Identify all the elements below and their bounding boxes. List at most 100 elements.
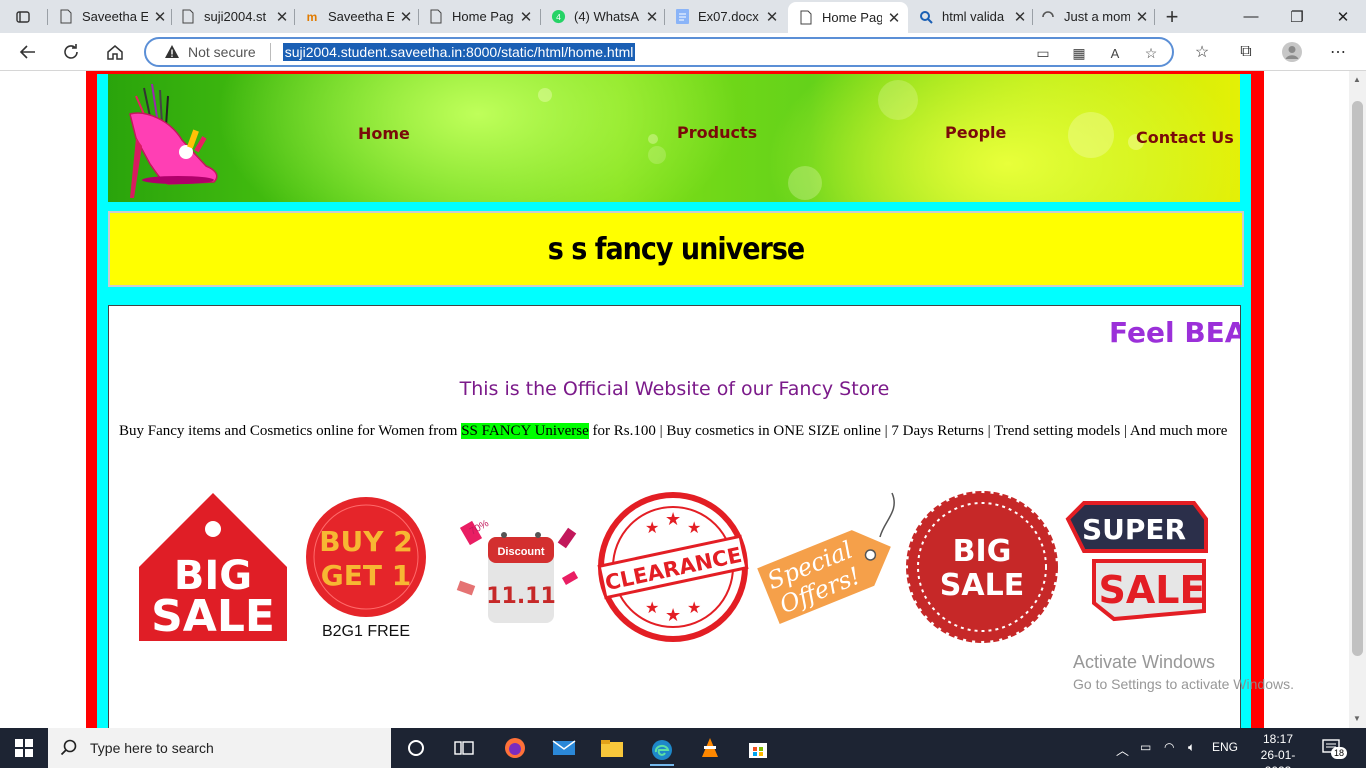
close-tab-icon[interactable]: ✕ [764, 8, 780, 26]
nav-products-link[interactable]: Products [677, 123, 757, 142]
browser-tab[interactable]: html valida ✕ [918, 4, 1028, 29]
special-offers-tag-image: Special Offers! [757, 492, 895, 624]
official-heading: This is the Official Website of our Fanc… [459, 378, 890, 400]
url-text[interactable]: suji2004.student.saveetha.in:8000/static… [282, 43, 636, 61]
svg-text:★: ★ [665, 509, 681, 529]
cortana-icon[interactable] [404, 736, 428, 760]
close-window-icon[interactable]: ✕ [1320, 0, 1366, 33]
close-tab-icon[interactable]: ✕ [518, 8, 534, 26]
browser-tab[interactable]: Ex07.docx ✕ [674, 4, 780, 29]
nav-people-link[interactable]: People [945, 123, 1006, 142]
svg-text:GET 1: GET 1 [321, 559, 411, 592]
close-tab-icon[interactable]: ✕ [152, 8, 168, 26]
svg-text:★: ★ [687, 600, 701, 617]
add-favorite-icon[interactable]: ☆ [1142, 44, 1160, 62]
close-tab-icon[interactable]: ✕ [644, 8, 660, 26]
collections-icon[interactable]: ⧉ [1235, 41, 1257, 63]
svg-text:Discount: Discount [497, 546, 544, 558]
restore-icon[interactable]: ❐ [1274, 0, 1320, 33]
clock[interactable]: 18:17 26-01-2023 [1248, 731, 1308, 779]
nav-contact-link[interactable]: Contact Us [1136, 128, 1234, 147]
shoe-cosmetics-logo [129, 83, 218, 198]
qr-code-icon[interactable]: ▦ [1070, 44, 1088, 62]
big-sale-tag-image: BIG SALE [139, 493, 287, 642]
clearance-stamp-image: ★ ★ ★ ★ ★ ★ CLEARANCE [597, 492, 749, 642]
language-indicator[interactable]: ENG [1212, 740, 1238, 754]
page-icon [58, 9, 74, 25]
scroll-up-icon[interactable]: ▲ [1353, 75, 1361, 84]
taskbar-search-box[interactable]: Type here to search [48, 728, 391, 768]
svg-text:4: 4 [556, 12, 561, 22]
edge-browser-icon[interactable] [650, 736, 674, 766]
svg-text:★: ★ [665, 605, 681, 625]
page-scrollbar[interactable]: ▲ ▼ [1349, 71, 1366, 728]
nav-home-link[interactable]: Home [358, 124, 410, 143]
activate-windows-watermark: Activate Windows Go to Settings to activ… [1073, 652, 1294, 692]
volume-icon[interactable]: 🔈︎ [1188, 740, 1195, 755]
address-bar[interactable]: Not secure suji2004.student.saveetha.in:… [144, 37, 1174, 67]
page-viewport: Home Products People Contact Us s s fanc… [0, 71, 1349, 728]
buy2-get1-image: BUY 2 GET 1 B2G1 FREE [306, 497, 426, 640]
more-menu-icon[interactable]: ⋯ [1327, 41, 1349, 63]
firefox-icon[interactable] [503, 736, 527, 760]
refresh-icon[interactable] [56, 37, 86, 67]
home-icon[interactable] [100, 37, 130, 67]
svg-text:11.11: 11.11 [486, 584, 556, 609]
mail-icon[interactable] [552, 736, 576, 760]
tab-actions-icon[interactable] [8, 2, 38, 32]
wifi-icon[interactable]: ◠ [1164, 740, 1174, 754]
task-view-icon[interactable] [452, 736, 476, 760]
browser-tab[interactable]: suji2004.st ✕ [180, 4, 290, 29]
notifications-icon[interactable]: 18 [1322, 738, 1348, 760]
browser-tab-active[interactable]: Home Page ✕ [788, 2, 908, 33]
site-header: Home Products People Contact Us [108, 74, 1240, 202]
browser-tab[interactable]: 4 (4) WhatsA ✕ [550, 4, 660, 29]
title-banner: s s fancy universe [108, 211, 1244, 287]
svg-text:B2G1 FREE: B2G1 FREE [322, 623, 410, 640]
show-hidden-icons-icon[interactable]: ︿ [1116, 740, 1129, 759]
browser-tab[interactable]: Saveetha E ✕ [58, 4, 168, 29]
svg-text:★: ★ [645, 600, 659, 617]
back-icon[interactable] [13, 37, 43, 67]
browser-tab[interactable]: Home Page ✕ [428, 4, 534, 29]
close-tab-icon[interactable]: ✕ [398, 8, 414, 26]
vlc-icon[interactable] [698, 736, 722, 760]
minimize-icon[interactable]: — [1228, 0, 1274, 33]
svg-text:BIG: BIG [953, 534, 1012, 569]
new-tab-icon[interactable]: + [1157, 2, 1187, 32]
close-tab-icon[interactable]: ✕ [274, 8, 290, 26]
svg-text:SALE: SALE [151, 591, 275, 642]
browser-tab[interactable]: m Saveetha E ✕ [304, 4, 414, 29]
svg-text:★: ★ [687, 520, 701, 537]
warning-icon[interactable] [164, 44, 180, 60]
search-icon [918, 9, 934, 25]
site-frame: Home Products People Contact Us s s fanc… [86, 71, 1264, 728]
svg-text:BUY 2: BUY 2 [319, 525, 413, 558]
favorites-icon[interactable]: ☆ [1191, 41, 1213, 63]
scroll-down-icon[interactable]: ▼ [1353, 714, 1361, 723]
app-available-icon[interactable]: ▭ [1034, 44, 1052, 62]
store-name-highlight: SS FANCY Universe [461, 423, 589, 439]
profile-avatar[interactable] [1281, 41, 1303, 63]
big-sale-seal-image: BIG SALE [906, 491, 1058, 643]
scrollbar-thumb[interactable] [1352, 101, 1363, 656]
security-label[interactable]: Not secure [188, 44, 256, 60]
site-title: s s fancy universe [547, 231, 805, 267]
windows-start-icon[interactable] [12, 736, 36, 760]
search-icon [60, 739, 78, 757]
moodle-icon: m [306, 9, 318, 24]
svg-text:★: ★ [645, 520, 659, 537]
page-icon [798, 10, 814, 26]
site-inner: Home Products People Contact Us s s fanc… [97, 74, 1251, 728]
loading-icon [1040, 9, 1056, 25]
store-icon[interactable] [746, 736, 770, 760]
battery-icon[interactable]: ▭ [1140, 740, 1151, 754]
read-aloud-icon[interactable]: A [1106, 44, 1124, 62]
close-tab-icon[interactable]: ✕ [886, 9, 902, 27]
browser-tab[interactable]: Just a mom ✕ [1040, 4, 1150, 29]
close-tab-icon[interactable]: ✕ [1012, 8, 1028, 26]
super-sale-image: SUPER SALE [1065, 501, 1208, 622]
close-tab-icon[interactable]: ✕ [1134, 8, 1150, 26]
svg-text:SUPER: SUPER [1082, 513, 1186, 546]
file-explorer-icon[interactable] [600, 736, 624, 760]
